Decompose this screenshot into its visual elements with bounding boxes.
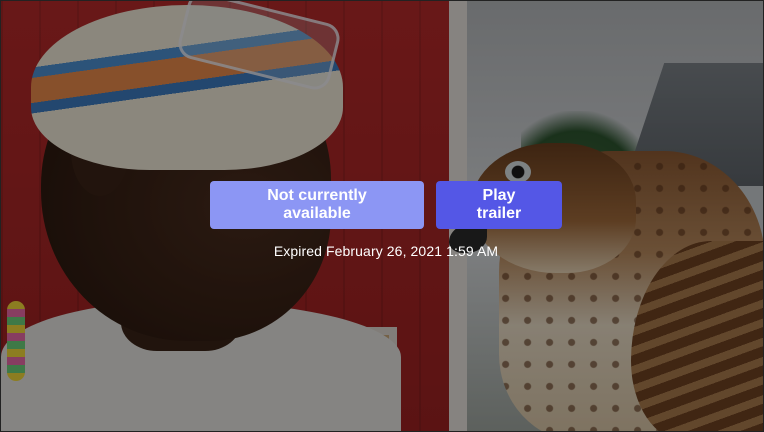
action-buttons: Not currently available Play trailer xyxy=(210,181,562,229)
video-player: Not currently available Play trailer Exp… xyxy=(0,0,764,432)
not-available-button[interactable]: Not currently available xyxy=(210,181,424,229)
availability-overlay: Not currently available Play trailer Exp… xyxy=(1,181,763,259)
expiry-status-text: Expired February 26, 2021 1:59 AM xyxy=(273,243,499,259)
play-trailer-button[interactable]: Play trailer xyxy=(436,181,562,229)
